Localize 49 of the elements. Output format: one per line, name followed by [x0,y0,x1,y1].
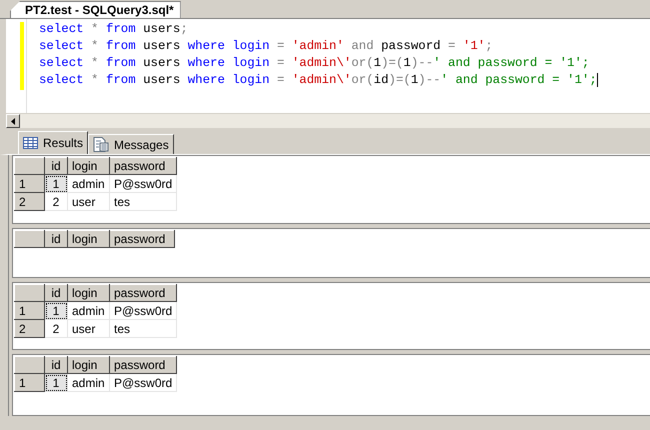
table-cell[interactable]: P@ssw0rd [110,302,177,320]
column-header[interactable]: id [44,230,68,248]
table-cell[interactable]: user [68,192,110,210]
corner-header[interactable] [14,356,44,374]
table-cell[interactable]: 1 [44,174,68,192]
table-cell[interactable]: admin [68,302,110,320]
corner-header[interactable] [14,158,44,174]
table-cell[interactable]: tes [110,192,177,210]
column-header[interactable]: id [44,284,68,302]
table-cell[interactable]: 1 [44,302,68,320]
code-line: select * from users where login = 'admin' and password = '1'; [39,38,494,55]
table-cell[interactable]: 1 [44,374,68,392]
column-header[interactable]: login [68,284,110,302]
document-tab[interactable]: PT2.test - SQLQuery3.sql* [10,1,181,18]
column-header[interactable]: login [68,230,110,248]
table-cell[interactable]: 2 [44,320,68,338]
table-cell[interactable]: user [68,320,110,338]
table-cell[interactable]: tes [110,320,177,338]
row-header[interactable]: 1 [14,302,44,320]
table-cell[interactable]: admin [68,374,110,392]
column-header[interactable]: id [44,158,68,174]
column-header[interactable]: password [110,230,174,248]
grid-icon [23,137,38,149]
table-cell[interactable]: admin [68,174,110,192]
row-header[interactable]: 2 [14,320,44,338]
table-cell[interactable]: P@ssw0rd [110,374,177,392]
column-header[interactable]: login [68,158,110,174]
corner-header[interactable] [14,230,44,248]
table-cell[interactable]: 2 [44,192,68,210]
change-marker [20,22,24,90]
table-cell[interactable]: P@ssw0rd [110,174,177,192]
left-arrow-icon [11,118,15,124]
code-line: select * from users; [39,21,189,38]
text-cursor [596,72,598,87]
column-header[interactable]: password [110,356,177,374]
corner-header[interactable] [14,284,44,302]
column-header[interactable]: login [68,356,110,374]
row-header[interactable]: 1 [14,174,44,192]
result-tab[interactable]: Messages [88,134,174,154]
row-header[interactable]: 2 [14,192,44,210]
row-header[interactable]: 1 [14,374,44,392]
result-tab[interactable]: Results [18,131,88,154]
document-icon [93,137,110,152]
code-line: select * from users where login = 'admin\'or(id)=(1)--' and password = '1'; [39,72,598,89]
code-line: select * from users where login = 'admin\'or(1)=(1)--' and password = '1'; [39,55,590,72]
column-header[interactable]: password [110,158,177,174]
column-header[interactable]: password [110,284,177,302]
scroll-left-button[interactable] [6,114,20,128]
column-header[interactable]: id [44,356,68,374]
